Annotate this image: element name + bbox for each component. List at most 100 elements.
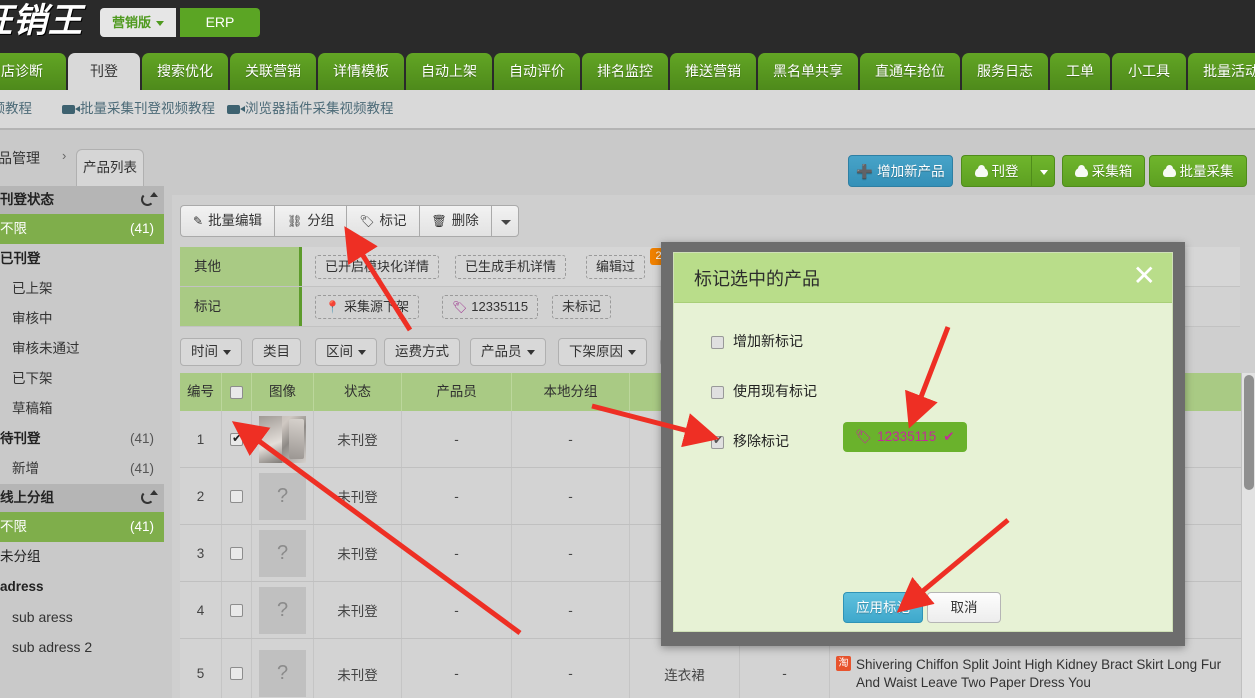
filter-chip-1-0[interactable]: 📍 采集源下架: [315, 295, 419, 319]
sidebar-item-label: sub adress 2: [12, 639, 93, 655]
product-thumbnail[interactable]: [259, 415, 306, 463]
nav-tab-11[interactable]: 服务日志: [962, 53, 1048, 90]
nav-tab-4[interactable]: 详情模板: [318, 53, 404, 90]
row-select-checkbox[interactable]: [230, 603, 243, 617]
nav-tab-9[interactable]: 黑名单共享: [758, 53, 858, 90]
batch-collect-button[interactable]: 批量采集: [1149, 155, 1247, 187]
toolbar-tag-button[interactable]: 🏷 标记: [346, 205, 419, 237]
refresh-icon[interactable]: [141, 490, 158, 504]
video-link-1[interactable]: 批量采集刊登视频教程: [62, 97, 215, 121]
product-thumbnail-placeholder[interactable]: ?: [259, 650, 306, 697]
row-select-checkbox[interactable]: [230, 667, 243, 680]
sidebar-item-0-3[interactable]: 审核未通过: [0, 334, 164, 364]
chevron-down-icon[interactable]: [490, 205, 519, 237]
row-number: 3: [196, 545, 205, 561]
filter-dropdown-4[interactable]: 产品员: [470, 338, 546, 366]
product-thumbnail-placeholder[interactable]: ?: [259, 529, 306, 577]
sidebar-item-label: 新增: [12, 461, 39, 476]
filter-dropdown-3[interactable]: 运费方式: [384, 338, 460, 366]
nav-tab-10[interactable]: 直通车抢位: [860, 53, 960, 90]
sidebar-item-0-1[interactable]: 已上架: [0, 274, 164, 304]
modal-option-0[interactable]: 增加新标记: [711, 331, 803, 351]
table-vertical-scrollbar[interactable]: [1241, 373, 1255, 698]
table-row[interactable]: 5? 未刊登 - - 连衣裙 - 淘 Shivering Chiffon Split Join…: [180, 639, 1255, 698]
row-category: 连衣裙: [664, 667, 705, 683]
nav-tab-0[interactable]: 店诊断: [0, 53, 66, 90]
breadcrumb-parent[interactable]: 产品管理: [0, 148, 40, 168]
sidebar-item-0-4[interactable]: 已下架: [0, 364, 164, 394]
sidebar-item-label: 未分组: [0, 549, 41, 564]
existing-tag-badge[interactable]: 🏷 12335115 ✔: [843, 422, 967, 452]
nav-tab-5[interactable]: 自动上架: [406, 53, 492, 90]
nav-tab-13[interactable]: 小工具: [1112, 53, 1186, 90]
filter-chip-0-0[interactable]: 已开启模块化详情: [315, 255, 440, 279]
product-thumbnail-placeholder[interactable]: ?: [259, 472, 306, 520]
nav-tab-label: 批量活动: [1203, 63, 1255, 79]
video-link-label: 浏览器插件采集视频教程: [245, 101, 394, 116]
video-link-0[interactable]: 视频教程: [0, 97, 32, 121]
nav-tab-8[interactable]: 推送营销: [670, 53, 756, 90]
nav-tab-6[interactable]: 自动评价: [494, 53, 580, 90]
nav-tab-14[interactable]: 批量活动: [1188, 53, 1255, 90]
nav-tab-1[interactable]: 刊登: [68, 53, 140, 90]
product-name[interactable]: Shivering Chiffon Split Joint High Kidne…: [856, 656, 1221, 674]
sidebar-selected-item-0[interactable]: 不限 (41): [0, 214, 164, 244]
nav-tab-2[interactable]: 搜索优化: [142, 53, 228, 90]
table-column-header-label: 状态: [344, 384, 371, 399]
filter-chip-0-2[interactable]: 编辑过: [586, 255, 646, 279]
sidebar-item-0-0[interactable]: 已刊登: [0, 244, 164, 274]
row-select-checkbox[interactable]: [230, 431, 243, 446]
apply-tag-button[interactable]: 应用标记: [843, 592, 923, 623]
nav-tab-7[interactable]: 排名监控: [582, 53, 668, 90]
publish-dropdown-caret[interactable]: [1031, 155, 1055, 187]
sidebar-item-0-2[interactable]: 审核中: [0, 304, 164, 334]
filter-chip-1-2[interactable]: 未标记: [552, 295, 612, 319]
nav-tab-label: 工单: [1066, 63, 1094, 79]
erp-button[interactable]: ERP: [180, 8, 260, 37]
video-tutorial-bar: 视频教程 批量采集刊登视频教程 浏览器插件采集视频教程: [0, 90, 1255, 130]
row-select-checkbox[interactable]: [230, 546, 243, 560]
modal-option-label: 使用现有标记: [733, 383, 817, 399]
sidebar-item-0-6[interactable]: 待刊登 (41): [0, 424, 164, 454]
nav-tab-12[interactable]: 工单: [1050, 53, 1110, 90]
modal-option-checkbox[interactable]: [711, 385, 724, 399]
toolbar-trash-button[interactable]: 🗑 删除: [418, 205, 491, 237]
tab-product-list[interactable]: 产品列表: [76, 149, 144, 186]
product-name-line2[interactable]: And Waist Leave Two Paper Dress You: [856, 674, 1221, 692]
filter-chip-label: 编辑过: [596, 259, 636, 274]
toolbar-edit-button[interactable]: ✎ 批量编辑: [180, 205, 275, 237]
publish-button[interactable]: 刊登: [961, 155, 1031, 187]
select-all-checkbox[interactable]: [230, 385, 243, 399]
app-logo: 旺销王: [0, 0, 83, 42]
scrollbar-thumb[interactable]: [1244, 375, 1254, 490]
sidebar-item-1-3[interactable]: sub adress 2: [0, 632, 164, 662]
collect-box-button[interactable]: 采集箱: [1062, 155, 1145, 187]
filter-chip-1-1[interactable]: 🏷 12335115: [442, 295, 539, 319]
breadcrumb-separator: ›: [62, 148, 67, 163]
modal-option-checkbox[interactable]: [711, 433, 724, 449]
toolbar-sitemap-button[interactable]: ⛓ 分组: [274, 205, 347, 237]
modal-option-2[interactable]: 移除标记: [711, 431, 789, 451]
add-product-button[interactable]: ➕ 增加新产品: [848, 155, 953, 187]
version-selector[interactable]: 营销版: [100, 8, 177, 37]
filter-dropdown-5[interactable]: 下架原因: [558, 338, 647, 366]
modal-option-checkbox[interactable]: [711, 335, 724, 349]
close-icon[interactable]: ✕: [1133, 262, 1156, 290]
sidebar-item-1-2[interactable]: sub aress: [0, 602, 164, 632]
filter-dropdown-0[interactable]: 时间: [180, 338, 242, 366]
sidebar-selected-item-1[interactable]: 不限 (41): [0, 512, 164, 542]
video-link-2[interactable]: 浏览器插件采集视频教程: [227, 97, 394, 121]
sidebar-item-0-5[interactable]: 草稿箱: [0, 394, 164, 424]
sidebar-item-1-0[interactable]: 未分组: [0, 542, 164, 572]
filter-dropdown-2[interactable]: 区间: [315, 338, 377, 366]
modal-option-1[interactable]: 使用现有标记: [711, 381, 817, 401]
sidebar-item-0-7[interactable]: 新增 (41): [0, 454, 164, 484]
nav-tab-3[interactable]: 关联营销: [230, 53, 316, 90]
cancel-button[interactable]: 取消: [927, 592, 1001, 623]
filter-dropdown-1[interactable]: 类目: [252, 338, 301, 366]
sidebar-item-1-1[interactable]: adress: [0, 572, 164, 602]
row-select-checkbox[interactable]: [230, 489, 243, 503]
refresh-icon[interactable]: [141, 192, 158, 206]
filter-chip-0-1[interactable]: 已生成手机详情: [455, 255, 567, 279]
product-thumbnail-placeholder[interactable]: ?: [259, 586, 306, 634]
